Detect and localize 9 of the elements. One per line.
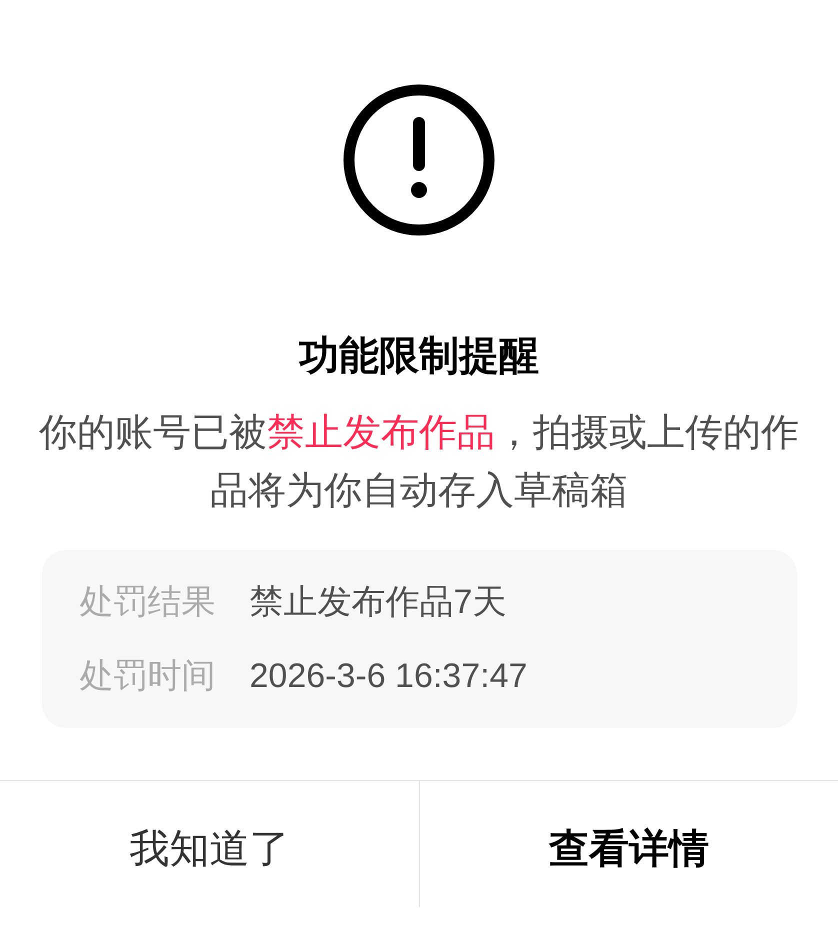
message-text: 你的账号已被禁止发布作品，拍摄或上传的作品将为你自动存入草稿箱 [39,411,799,514]
detail-label: 处罚时间 [80,656,216,697]
dialog-button[interactable]: 查看详情 [418,781,838,907]
dialog-title: 功能限制提醒 [299,333,539,380]
warning-icon [343,84,495,236]
dialog-button[interactable]: 我知道了 [0,781,418,907]
detail-value: 禁止发布作品7天 [250,582,506,623]
detail-label: 处罚结果 [80,582,216,623]
detail-value: 2026-3-6 16:37:47 [250,656,528,697]
